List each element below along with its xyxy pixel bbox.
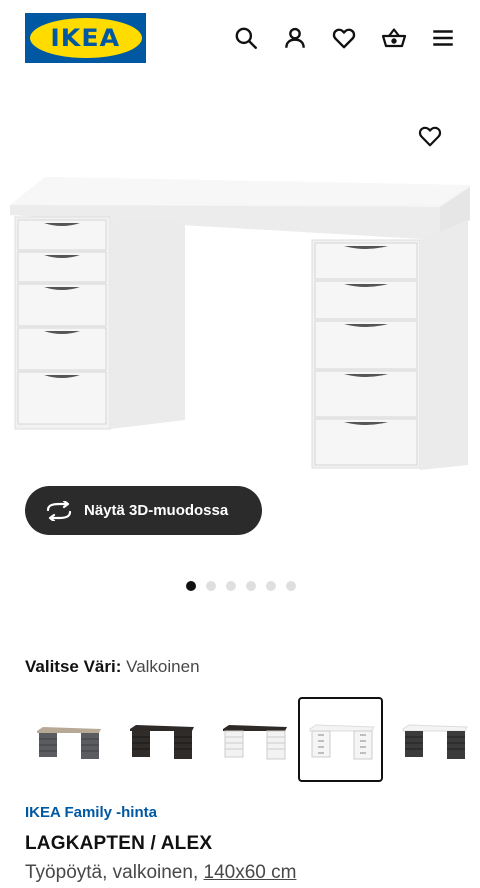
- view-3d-label: Näytä 3D-muodossa: [84, 502, 229, 519]
- gallery-dot[interactable]: [226, 581, 236, 591]
- color-label-title: Valitse Väri:: [25, 657, 122, 676]
- gallery-dot[interactable]: [286, 581, 296, 591]
- favorites-icon[interactable]: [330, 24, 358, 52]
- swatch-black-brown-white[interactable]: [211, 697, 296, 782]
- product-description: Työpöytä, valkoinen, 140x60 cm: [25, 862, 296, 884]
- product-favorite-heart-icon[interactable]: [414, 120, 446, 152]
- color-selector-label: Valitse Väri: Valkoinen: [25, 657, 200, 677]
- swatch-white[interactable]: [298, 697, 383, 782]
- family-price-label: IKEA Family -hinta: [25, 804, 157, 821]
- menu-icon[interactable]: [429, 24, 457, 52]
- search-icon[interactable]: [232, 24, 260, 52]
- color-swatches: [25, 697, 480, 782]
- color-label-value: Valkoinen: [126, 657, 200, 676]
- gallery-pagination: [186, 581, 296, 591]
- gallery-dot[interactable]: [246, 581, 256, 591]
- product-image[interactable]: [0, 165, 480, 500]
- product-description-text: Työpöytä, valkoinen,: [25, 862, 199, 883]
- header: IKEA: [0, 0, 480, 76]
- view-3d-button[interactable]: Näytä 3D-muodossa: [25, 486, 262, 535]
- cart-icon[interactable]: [380, 24, 408, 52]
- product-name: LAGKAPTEN / ALEX: [25, 833, 213, 854]
- swatch-grey-turquoise[interactable]: [25, 697, 110, 782]
- gallery-dot[interactable]: [186, 581, 196, 591]
- gallery-dot[interactable]: [206, 581, 216, 591]
- gallery-dot[interactable]: [266, 581, 276, 591]
- product-dimensions-link[interactable]: 140x60 cm: [204, 862, 297, 883]
- ikea-logo[interactable]: IKEA: [25, 13, 146, 63]
- swatch-white-anthracite[interactable]: [391, 697, 476, 782]
- logo-text: IKEA: [50, 24, 121, 52]
- rotate-3d-icon: [46, 500, 72, 521]
- logo-oval: IKEA: [29, 18, 142, 58]
- account-icon[interactable]: [281, 24, 309, 52]
- swatch-black-brown[interactable]: [118, 697, 203, 782]
